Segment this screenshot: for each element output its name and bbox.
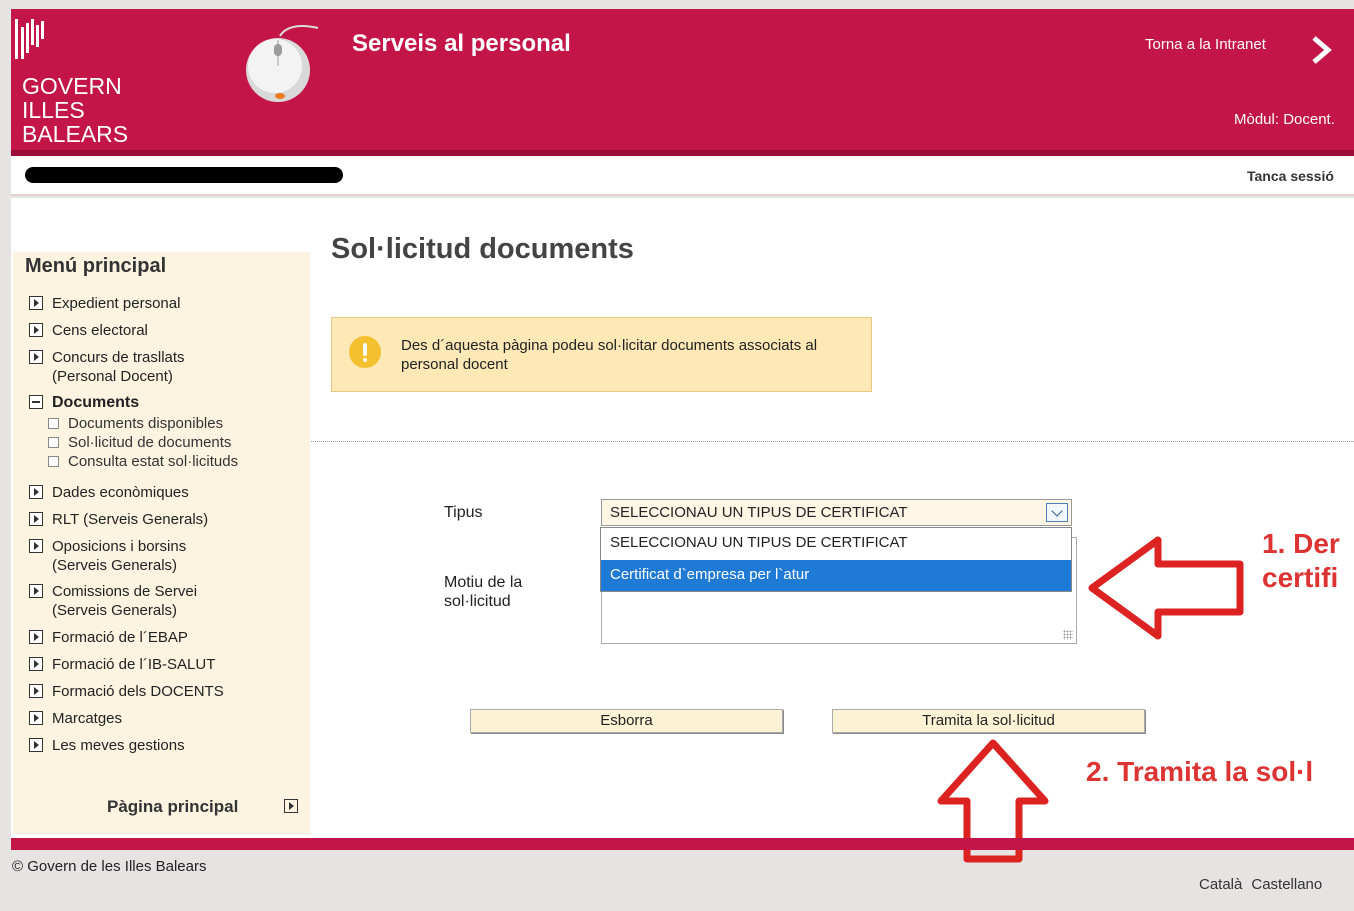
page: GOVERN ILLES BALEARS Serveis al personal… bbox=[0, 0, 1354, 911]
language-switcher: Català Castellano bbox=[1199, 876, 1331, 893]
resize-grip-icon[interactable] bbox=[1063, 630, 1073, 640]
sidebar-item-label: Les meves gestions bbox=[52, 737, 185, 754]
copyright: © Govern de les Illes Balears bbox=[12, 858, 207, 875]
expand-icon bbox=[29, 296, 43, 310]
mouse-icon bbox=[246, 25, 319, 102]
redacted-username bbox=[25, 167, 343, 183]
sidebar-item-label: Oposicions i borsins (Serveis Generals) bbox=[52, 537, 186, 575]
page-title: Sol·licitud documents bbox=[331, 233, 634, 265]
dotted-divider bbox=[311, 441, 1354, 442]
sidebar-item-label-line2: (Serveis Generals) bbox=[52, 557, 178, 574]
expand-icon bbox=[29, 350, 43, 364]
logo-line-illes: ILLES bbox=[22, 97, 85, 123]
warning-icon bbox=[349, 336, 381, 368]
language-castellano-link[interactable]: Castellano bbox=[1251, 876, 1322, 893]
collapse-icon bbox=[29, 395, 43, 409]
module-label: Mòdul: Docent. bbox=[1234, 111, 1335, 128]
expand-icon bbox=[29, 539, 43, 553]
sidebar-subitem-label: Sol·licitud de documents bbox=[68, 434, 232, 451]
logo-line-govern: GOVERN bbox=[22, 73, 122, 99]
bullet-icon bbox=[48, 437, 59, 448]
menu-title: Menú principal bbox=[25, 255, 167, 277]
sidebar-item-label: RLT (Serveis Generals) bbox=[52, 511, 209, 528]
sidebar-item-label: Marcatges bbox=[52, 710, 123, 727]
header-banner bbox=[11, 9, 1354, 155]
certificate-type-dropdown: SELECCIONAU UN TIPUS DE CERTIFICAT Certi… bbox=[600, 527, 1072, 592]
sidebar-item-label: Formació dels DOCENTS bbox=[52, 683, 224, 700]
app-title: Serveis al personal bbox=[352, 30, 571, 57]
type-label: Tipus bbox=[444, 504, 483, 521]
certificate-type-select[interactable]: SELECCIONAU UN TIPUS DE CERTIFICAT bbox=[601, 499, 1072, 526]
expand-icon bbox=[29, 512, 43, 526]
chevron-right-icon[interactable] bbox=[1308, 34, 1336, 66]
annotation-arrow-left-icon bbox=[1088, 536, 1244, 640]
sidebar-item-label: Cens electoral bbox=[52, 322, 148, 339]
back-to-intranet-link[interactable]: Torna a la Intranet bbox=[1145, 36, 1266, 53]
sidebar-item-label: Formació de l´EBAP bbox=[52, 629, 188, 646]
dropdown-option-selected[interactable]: Certificat d`empresa per l`atur bbox=[601, 560, 1071, 591]
annotation-step1: 1. Der certifi bbox=[1262, 527, 1340, 595]
annotation-step2: 2. Tramita la sol·l bbox=[1086, 756, 1314, 787]
dropdown-option[interactable]: SELECCIONAU UN TIPUS DE CERTIFICAT bbox=[601, 528, 1071, 559]
logo-line-balears: BALEARS bbox=[22, 121, 129, 147]
expand-icon bbox=[29, 711, 43, 725]
sidebar-item-label-line1: Comissions de Servei bbox=[52, 583, 198, 600]
expand-icon bbox=[29, 684, 43, 698]
sidebar-item-label-line2: (Serveis Generals) bbox=[52, 602, 178, 619]
sidebar-item-label-line2: (Personal Docent) bbox=[52, 368, 173, 385]
language-catala-link[interactable]: Català bbox=[1199, 876, 1242, 893]
select-value: SELECCIONAU UN TIPUS DE CERTIFICAT bbox=[610, 504, 908, 521]
expand-icon bbox=[29, 630, 43, 644]
sidebar-item-label: Documents bbox=[52, 394, 140, 411]
sidebar-item-label: Formació de l´IB-SALUT bbox=[52, 656, 216, 673]
expand-icon bbox=[29, 738, 43, 752]
sidebar-item-label-line1: Oposicions i borsins bbox=[52, 538, 187, 555]
reason-label-line2: sol·licitud bbox=[444, 593, 511, 610]
sidebar-subitem-label: Documents disponibles bbox=[68, 415, 224, 432]
sidebar-item-label: Comissions de Servei (Serveis Generals) bbox=[52, 582, 197, 620]
info-message: Des d´aquesta pàgina podeu sol·licitar d… bbox=[401, 337, 818, 373]
footer-bar bbox=[11, 838, 1354, 850]
clear-button[interactable]: Esborra bbox=[470, 709, 783, 733]
reason-label: Motiu de la sol·licitud bbox=[444, 573, 522, 611]
logout-link[interactable]: Tanca sessió bbox=[1247, 168, 1334, 184]
home-page-link[interactable]: Pàgina principal bbox=[107, 797, 238, 817]
sidebar-item-label: Concurs de trasllats (Personal Docent) bbox=[52, 348, 185, 386]
expand-icon bbox=[29, 657, 43, 671]
submit-request-button[interactable]: Tramita la sol·licitud bbox=[832, 709, 1145, 733]
expand-icon bbox=[29, 323, 43, 337]
sidebar-item-label: Expedient personal bbox=[52, 295, 181, 312]
expand-icon bbox=[29, 584, 43, 598]
reason-label-line1: Motiu de la bbox=[444, 574, 523, 591]
annotation-step1-line2: certifi bbox=[1262, 562, 1339, 593]
chevron-down-icon[interactable] bbox=[1046, 503, 1068, 522]
sidebar-item-label-line1: Concurs de trasllats bbox=[52, 349, 185, 366]
bullet-icon bbox=[48, 418, 59, 429]
bullet-icon bbox=[48, 456, 59, 467]
govern-logo-icon bbox=[15, 19, 44, 59]
expand-icon bbox=[29, 485, 43, 499]
sidebar-subitem-label: Consulta estat sol·licituds bbox=[68, 453, 239, 470]
sidebar-item-label: Dades econòmiques bbox=[52, 484, 189, 501]
annotation-step1-line1: 1. Der bbox=[1262, 528, 1340, 559]
arrow-right-icon[interactable] bbox=[284, 799, 298, 813]
govern-logo[interactable]: GOVERN ILLES BALEARS bbox=[22, 74, 128, 146]
